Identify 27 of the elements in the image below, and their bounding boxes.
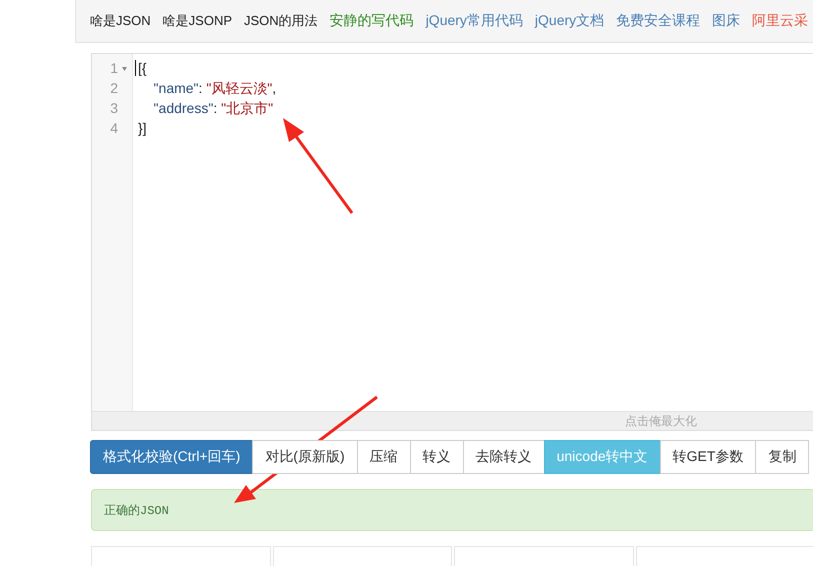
action-button[interactable]: 复制 xyxy=(755,440,810,474)
action-button[interactable]: 格式化校验(Ctrl+回车) xyxy=(90,440,254,474)
action-button[interactable]: 去除转义 xyxy=(462,440,545,474)
nav-link[interactable]: 安静的写代码 xyxy=(330,12,414,30)
line-number: 2 xyxy=(110,80,118,96)
text-cursor xyxy=(135,60,136,76)
action-button[interactable]: 压缩 xyxy=(356,440,411,474)
nav-link[interactable]: JSON的用法 xyxy=(244,12,318,30)
nav-link[interactable]: 图床 xyxy=(712,12,740,30)
alert-message: 正确的JSON xyxy=(104,502,169,518)
nav-link[interactable]: 啥是JSON xyxy=(90,12,151,30)
nav-link[interactable]: jQuery文档 xyxy=(534,12,604,30)
nav-link[interactable]: 免费安全课程 xyxy=(616,12,700,30)
nav-link[interactable]: jQuery常用代码 xyxy=(426,12,523,30)
fold-caret-icon[interactable] xyxy=(122,67,127,71)
action-button[interactable]: 转GET参数 xyxy=(660,440,756,474)
action-button[interactable]: 对比(原新版) xyxy=(252,440,358,474)
code-line: [{ xyxy=(138,59,148,78)
code-line: "address": "北京市" xyxy=(152,99,274,118)
code-line: "name": "风轻云淡", xyxy=(152,79,276,98)
action-button[interactable]: 转义 xyxy=(410,440,464,474)
code-editor[interactable]: 1 2 3 4 [{ "name": "风轻云淡", "address": "北京市" }] 点击俺最大化 xyxy=(91,53,813,431)
nav-link[interactable]: 啥是JSONP xyxy=(162,12,232,30)
line-number: 3 xyxy=(110,100,118,116)
line-number: 1 xyxy=(110,60,118,76)
line-number: 4 xyxy=(110,120,118,136)
code-line: }] xyxy=(138,119,148,138)
